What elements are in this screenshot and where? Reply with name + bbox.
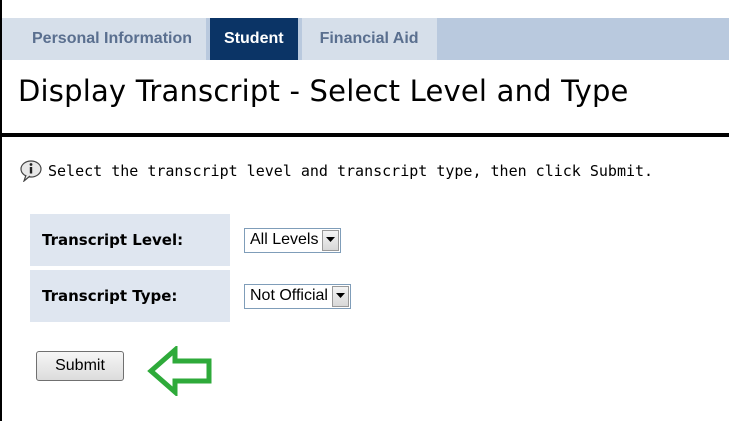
tab-label: Student bbox=[224, 30, 284, 47]
tab-label: Personal Information bbox=[32, 30, 193, 47]
instruction-text: Select the transcript level and transcri… bbox=[48, 162, 654, 180]
instruction-message: Select the transcript level and transcri… bbox=[20, 160, 654, 183]
submit-button[interactable]: Submit bbox=[36, 351, 124, 381]
transcript-level-row: Transcript Level: All Levels bbox=[30, 214, 351, 266]
transcript-level-value: All Levels bbox=[250, 231, 319, 248]
page-frame: Personal Information Student Financial A… bbox=[0, 0, 729, 421]
transcript-type-field: Not Official bbox=[230, 270, 351, 322]
tab-bar: Personal Information Student Financial A… bbox=[2, 18, 729, 61]
tab-financial-aid[interactable]: Financial Aid bbox=[301, 18, 437, 60]
arrow-left-icon bbox=[147, 344, 213, 400]
transcript-type-value: Not Official bbox=[250, 287, 328, 304]
tab-label: Financial Aid bbox=[319, 30, 419, 47]
transcript-type-select[interactable]: Not Official bbox=[244, 283, 351, 309]
transcript-level-label: Transcript Level: bbox=[30, 214, 230, 266]
chevron-down-icon[interactable] bbox=[331, 285, 349, 307]
transcript-level-field: All Levels bbox=[230, 214, 342, 266]
title-divider bbox=[2, 133, 729, 137]
transcript-type-label: Transcript Type: bbox=[30, 270, 230, 322]
tab-personal-information[interactable]: Personal Information bbox=[2, 18, 207, 60]
transcript-type-row: Transcript Type: Not Official bbox=[30, 270, 351, 322]
top-spacer bbox=[2, 0, 729, 18]
page-title: Display Transcript - Select Level and Ty… bbox=[18, 74, 629, 108]
tab-student[interactable]: Student bbox=[210, 18, 298, 60]
transcript-form: Transcript Level: All Levels Transcript … bbox=[30, 214, 351, 326]
chevron-down-icon[interactable] bbox=[322, 229, 340, 251]
transcript-level-select[interactable]: All Levels bbox=[244, 227, 342, 253]
info-speech-icon bbox=[20, 160, 42, 183]
